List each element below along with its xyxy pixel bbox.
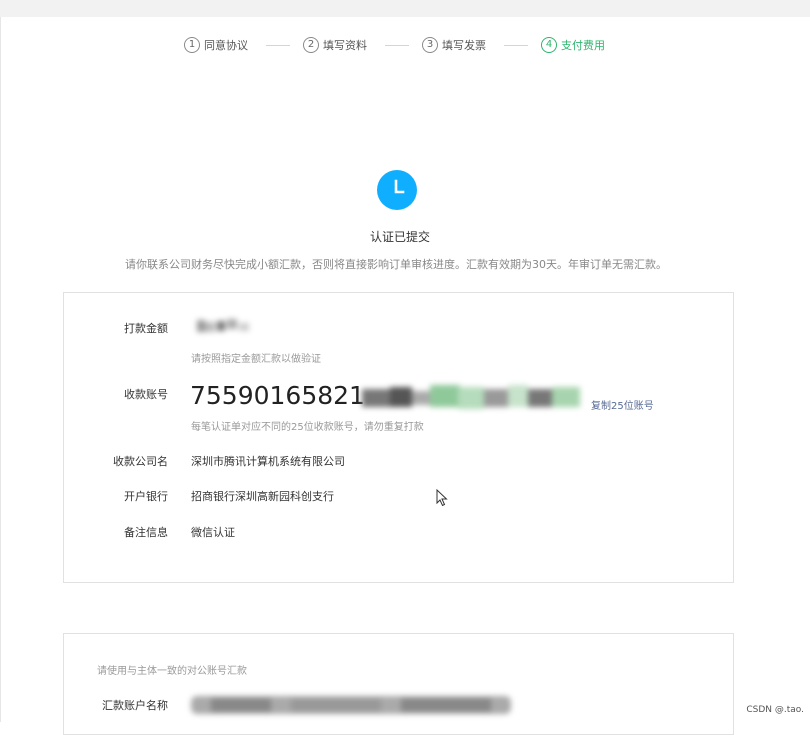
- remitter-name-redacted: [191, 692, 511, 718]
- remitter-hint: 请使用与主体一致的对公账号汇款: [97, 666, 247, 677]
- amount-label: 打款金额: [124, 322, 168, 335]
- account-number: 75590165821: [190, 381, 365, 410]
- company-value: 深圳市腾讯计算机系统有限公司: [191, 455, 345, 468]
- remitter-card: 请使用与主体一致的对公账号汇款 汇款账户名称: [63, 633, 734, 735]
- remitter-name-label: 汇款账户名称: [102, 699, 168, 712]
- step-fill-info: 2 填写资料: [303, 36, 367, 54]
- account-hint: 每笔认证单对应不同的25位收款账号，请勿重复打款: [191, 422, 424, 433]
- step-agree-agreement: 1 同意协议: [184, 36, 248, 54]
- step-pay-fee: 4 支付费用: [541, 36, 605, 54]
- step-number: 3: [422, 37, 438, 53]
- step-number: 2: [303, 37, 319, 53]
- amount-hint: 请按照指定金额汇款以做验证: [191, 354, 321, 365]
- left-edge: [0, 17, 1, 722]
- status-description: 请你联系公司财务尽快完成小额汇款，否则将直接影响订单审核进度。汇款有效期为30天…: [125, 258, 667, 271]
- payment-info-card: 打款金额 请按照指定金额汇款以做验证 收款账号 75590165821 复制25…: [63, 292, 734, 583]
- clock-icon: [377, 170, 417, 210]
- step-label: 同意协议: [204, 39, 248, 52]
- amount-redacted: [197, 317, 267, 335]
- company-label: 收款公司名: [113, 455, 168, 468]
- watermark: CSDN @.tao.: [744, 704, 806, 716]
- copy-account-link[interactable]: 复制25位账号: [591, 397, 654, 412]
- account-label: 收款账号: [124, 388, 168, 401]
- step-connector: [266, 45, 290, 46]
- step-connector: [385, 45, 409, 46]
- step-number: 1: [184, 37, 200, 53]
- account-number-redacted: [362, 381, 584, 415]
- bank-value: 招商银行深圳高新园科创支行: [191, 490, 334, 503]
- remark-value: 微信认证: [191, 526, 235, 539]
- step-label: 支付费用: [561, 39, 605, 52]
- status-title: 认证已提交: [369, 230, 430, 244]
- remark-label: 备注信息: [124, 526, 168, 539]
- step-fill-invoice: 3 填写发票: [422, 36, 486, 54]
- step-connector: [504, 45, 528, 46]
- top-bar: [0, 0, 810, 17]
- step-label: 填写发票: [442, 39, 486, 52]
- mouse-cursor-icon: [436, 488, 448, 511]
- bank-label: 开户银行: [124, 490, 168, 503]
- step-label: 填写资料: [323, 39, 367, 52]
- step-number: 4: [541, 37, 557, 53]
